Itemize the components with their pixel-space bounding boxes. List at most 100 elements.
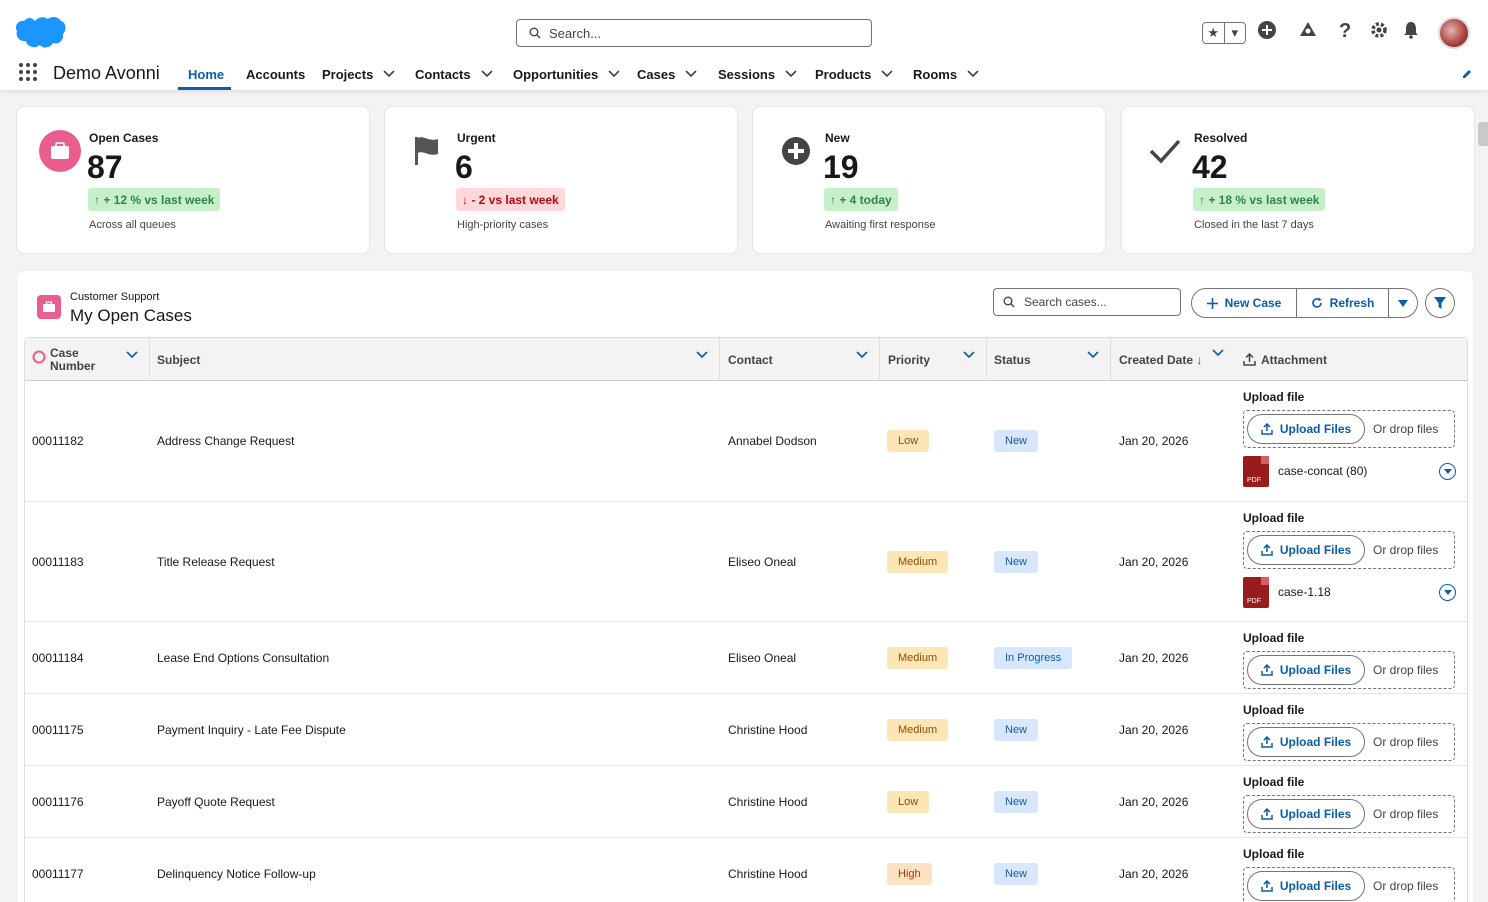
trailhead-icon[interactable] [1298, 20, 1318, 40]
column-header-case-number[interactable]: Case Number [50, 338, 95, 381]
chevron-down-icon[interactable] [856, 351, 868, 359]
nav-item-home[interactable]: Home [188, 66, 224, 82]
chevron-down-icon[interactable] [685, 70, 697, 78]
file-name[interactable]: case-1.18 [1278, 585, 1331, 599]
table-row[interactable]: 00011175 Payment Inquiry - Late Fee Disp… [25, 694, 1467, 766]
global-search-input[interactable]: Search... [516, 19, 872, 47]
upload-icon [1261, 664, 1273, 676]
case-contact[interactable]: Christine Hood [728, 795, 807, 809]
nav-item-sessions[interactable]: Sessions [718, 66, 797, 82]
app-launcher-icon[interactable] [19, 63, 37, 81]
table-row[interactable]: 00011176 Payoff Quote Request Christine … [25, 766, 1467, 838]
file-dropzone[interactable]: Upload Files Or drop files [1243, 531, 1455, 569]
file-dropzone[interactable]: Upload Files Or drop files [1243, 795, 1455, 833]
upload-files-button[interactable]: Upload Files [1247, 535, 1365, 565]
new-case-button[interactable]: New Case [1192, 289, 1297, 317]
drop-files-text: Or drop files [1373, 735, 1439, 749]
case-subject[interactable]: Address Change Request [157, 434, 294, 448]
file-menu-button[interactable] [1439, 463, 1456, 480]
favorites-dropdown-icon[interactable]: ▾ [1225, 23, 1246, 43]
column-header-subject[interactable]: Subject [157, 338, 200, 381]
notifications-bell-icon[interactable] [1401, 20, 1421, 40]
file-dropzone[interactable]: Upload Files Or drop files [1243, 651, 1455, 689]
case-subject[interactable]: Payment Inquiry - Late Fee Dispute [157, 723, 346, 737]
case-subject[interactable]: Title Release Request [157, 555, 275, 569]
pdf-label: PDF [1247, 477, 1261, 484]
chevron-down-icon[interactable] [1087, 351, 1099, 359]
chevron-down-icon[interactable] [608, 70, 620, 78]
salesforce-logo[interactable] [14, 15, 66, 51]
filter-icon [1434, 296, 1446, 309]
chevron-down-icon[interactable] [383, 70, 395, 78]
chevron-down-icon[interactable] [696, 351, 708, 359]
filter-button[interactable] [1425, 288, 1455, 318]
side-panel-handle[interactable] [1478, 122, 1488, 146]
favorites-button-group[interactable]: ★ ▾ [1202, 22, 1246, 44]
nav-item-cases[interactable]: Cases [637, 66, 697, 82]
upload-files-button[interactable]: Upload Files [1247, 871, 1365, 901]
chevron-down-icon[interactable] [967, 70, 979, 78]
upload-files-button[interactable]: Upload Files [1247, 414, 1365, 444]
file-dropzone[interactable]: Upload Files Or drop files [1243, 410, 1455, 448]
upload-files-button[interactable]: Upload Files [1247, 655, 1365, 685]
case-subject[interactable]: Delinquency Notice Follow-up [157, 867, 316, 881]
nav-item-contacts[interactable]: Contacts [415, 66, 493, 82]
nav-item-opportunities[interactable]: Opportunities [513, 66, 620, 82]
chevron-down-icon[interactable] [785, 70, 797, 78]
file-name[interactable]: case-concat (80) [1278, 464, 1367, 478]
upload-files-button[interactable]: Upload Files [1247, 799, 1365, 829]
case-contact[interactable]: Christine Hood [728, 723, 807, 737]
file-menu-button[interactable] [1439, 584, 1456, 601]
case-number[interactable]: 00011183 [32, 555, 84, 569]
nav-item-accounts[interactable]: Accounts [246, 66, 305, 82]
upload-icon [1261, 880, 1273, 892]
gear-icon[interactable] [1369, 20, 1389, 40]
edit-nav-pencil-icon[interactable] [1461, 68, 1473, 80]
table-row[interactable]: 00011183 Title Release Request Eliseo On… [25, 502, 1467, 622]
more-actions-button[interactable] [1389, 289, 1417, 317]
case-contact[interactable]: Annabel Dodson [728, 434, 817, 448]
global-actions-icon[interactable] [1257, 20, 1277, 40]
table-header: Case Number Subject Contact Priority Sta… [25, 338, 1467, 381]
kpi-trend-badge: ↑ + 12 % vs last week [88, 188, 221, 211]
column-header-contact[interactable]: Contact [728, 338, 773, 381]
search-cases-input[interactable]: Search cases... [993, 288, 1181, 316]
upload-files-button[interactable]: Upload Files [1247, 727, 1365, 757]
table-row[interactable]: 00011184 Lease End Options Consultation … [25, 622, 1467, 694]
table-row[interactable]: 00011177 Delinquency Notice Follow-up Ch… [25, 838, 1467, 902]
nav-item-rooms[interactable]: Rooms [913, 66, 979, 82]
case-number[interactable]: 00011184 [32, 651, 84, 665]
help-icon[interactable]: ? [1339, 20, 1351, 43]
kpi-subtitle: High-priority cases [457, 219, 549, 231]
attached-file[interactable]: PDF case-concat (80) [1243, 456, 1457, 488]
refresh-button[interactable]: Refresh [1297, 289, 1389, 317]
nav-item-products[interactable]: Products [815, 66, 893, 82]
upload-icon [1261, 544, 1273, 556]
case-number[interactable]: 00011176 [32, 795, 84, 809]
table-row[interactable]: 00011182 Address Change Request Annabel … [25, 381, 1467, 502]
attached-file[interactable]: PDF case-1.18 [1243, 577, 1457, 609]
column-header-status[interactable]: Status [994, 338, 1031, 381]
kpi-value: 19 [823, 149, 859, 185]
chevron-down-icon[interactable] [126, 351, 138, 359]
case-subject[interactable]: Payoff Quote Request [157, 795, 275, 809]
case-contact[interactable]: Christine Hood [728, 867, 807, 881]
case-number[interactable]: 00011182 [32, 434, 84, 448]
column-header-created-date[interactable]: Created Date ↓ [1119, 338, 1202, 381]
nav-item-projects[interactable]: Projects [322, 66, 395, 82]
case-number[interactable]: 00011177 [32, 867, 84, 881]
chevron-down-icon[interactable] [963, 351, 975, 359]
user-avatar[interactable] [1438, 17, 1470, 49]
chevron-down-icon[interactable] [881, 70, 893, 78]
case-number[interactable]: 00011175 [32, 723, 84, 737]
star-icon[interactable]: ★ [1203, 23, 1225, 43]
case-contact[interactable]: Eliseo Oneal [728, 651, 796, 665]
chevron-down-icon[interactable] [481, 70, 493, 78]
case-contact[interactable]: Eliseo Oneal [728, 555, 796, 569]
chevron-down-icon[interactable] [1212, 349, 1224, 357]
case-subject[interactable]: Lease End Options Consultation [157, 651, 329, 665]
nav-label: Rooms [913, 66, 958, 82]
column-header-priority[interactable]: Priority [888, 338, 930, 381]
file-dropzone[interactable]: Upload Files Or drop files [1243, 867, 1455, 902]
file-dropzone[interactable]: Upload Files Or drop files [1243, 723, 1455, 761]
